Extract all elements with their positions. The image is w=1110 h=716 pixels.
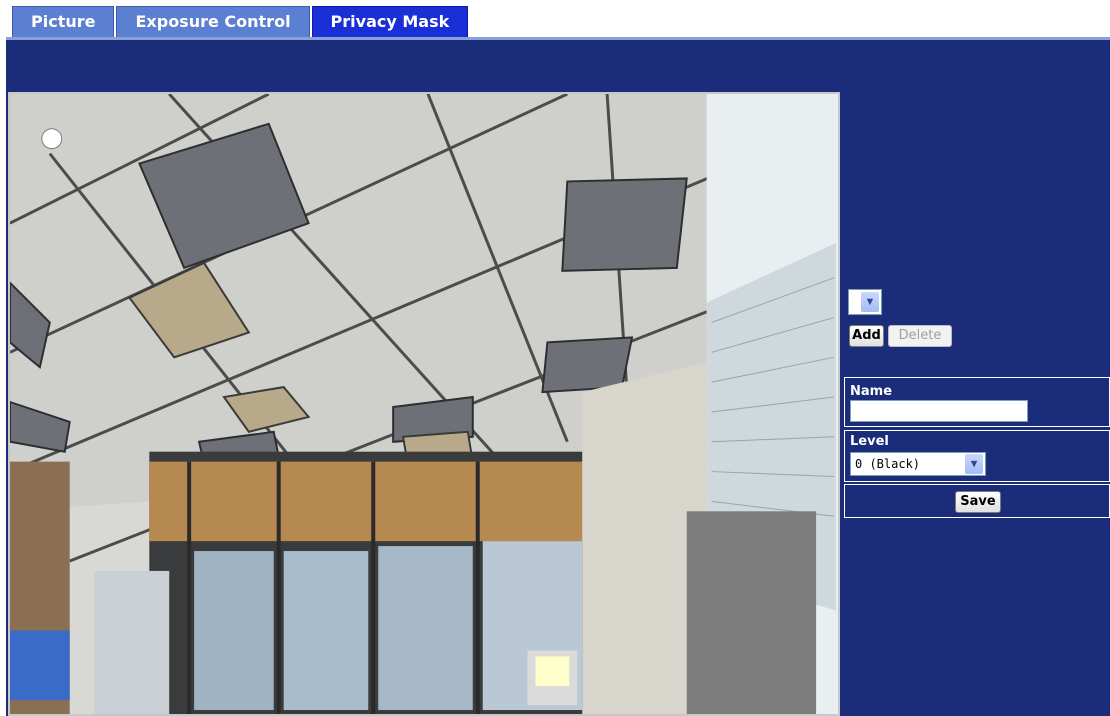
camera-image (10, 94, 838, 714)
name-field-group: Name (844, 377, 1110, 427)
level-select-value: 0 (Black) (855, 457, 921, 471)
name-input[interactable] (850, 400, 1028, 422)
tab-bar: Picture Exposure Control Privacy Mask (12, 6, 470, 38)
save-row: Save (844, 484, 1110, 518)
level-label: Level (850, 434, 889, 449)
level-field-group: Level 0 (Black) ▼ (844, 430, 1110, 482)
level-select[interactable]: 0 (Black) ▼ (850, 452, 986, 476)
add-button[interactable]: Add (849, 325, 884, 347)
delete-button[interactable]: Delete (888, 325, 952, 347)
camera-live-view[interactable] (8, 92, 840, 716)
tab-privacy-mask[interactable]: Privacy Mask (311, 6, 469, 37)
tab-exposure-control[interactable]: Exposure Control (116, 6, 310, 37)
chevron-down-icon[interactable]: ▼ (965, 454, 983, 474)
mask-list-select[interactable]: ▼ (848, 289, 882, 315)
chevron-down-icon[interactable]: ▼ (861, 292, 879, 312)
tab-picture[interactable]: Picture (12, 6, 115, 37)
name-label: Name (850, 384, 893, 399)
save-button[interactable]: Save (955, 491, 1001, 513)
